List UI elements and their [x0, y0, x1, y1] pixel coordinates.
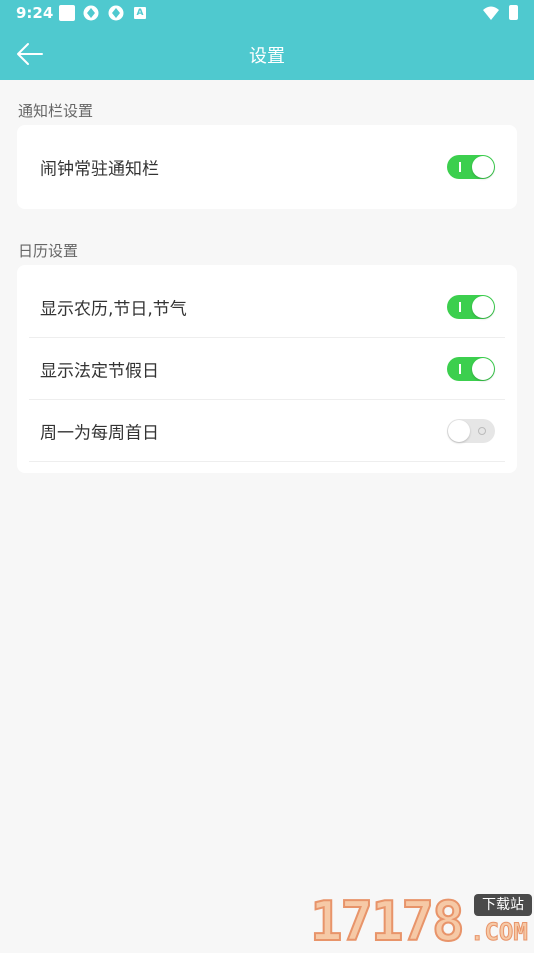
battery-icon	[509, 5, 518, 20]
setting-label: 闹钟常驻通知栏	[40, 159, 159, 180]
status-time: 9:24	[16, 4, 54, 22]
toggle-on-mark	[459, 302, 461, 312]
watermark-number: 17178	[309, 889, 466, 953]
section-label-notification: 通知栏设置	[18, 102, 94, 120]
toggle-knob	[472, 296, 494, 318]
toggle-knob	[448, 420, 470, 442]
notification-a-icon: A	[134, 7, 146, 19]
nav-bar: 设置	[0, 28, 534, 80]
lunar-toggle[interactable]	[447, 295, 495, 319]
notification-square-icon	[59, 5, 75, 21]
setting-row-alarm-notification[interactable]: 闹钟常驻通知栏	[17, 136, 517, 198]
watermark-logo: 17178 下载站 .COM	[309, 889, 532, 953]
status-bar: 9:24 A	[0, 0, 534, 26]
app-header: 9:24 A 设置	[0, 0, 534, 80]
row-divider	[29, 461, 505, 462]
toggle-off-mark	[478, 427, 486, 435]
notification-settings-card: 闹钟常驻通知栏	[17, 125, 517, 209]
alarm-notification-toggle[interactable]	[447, 155, 495, 179]
watermark-badge: 下载站	[474, 894, 532, 916]
toggle-on-mark	[459, 162, 461, 172]
wifi-icon	[483, 6, 499, 20]
calendar-settings-card: 显示农历,节日,节气 显示法定节假日 周一为每周首日	[17, 265, 517, 473]
setting-label: 周一为每周首日	[40, 423, 159, 444]
setting-row-monday-first[interactable]: 周一为每周首日	[17, 400, 517, 462]
setting-row-holidays[interactable]: 显示法定节假日	[17, 338, 517, 400]
page-title: 设置	[249, 46, 285, 67]
monday-first-toggle[interactable]	[447, 419, 495, 443]
toggle-knob	[472, 156, 494, 178]
toggle-knob	[472, 358, 494, 380]
section-label-calendar: 日历设置	[18, 242, 79, 260]
setting-row-lunar[interactable]: 显示农历,节日,节气	[17, 276, 517, 338]
setting-label: 显示农历,节日,节气	[40, 299, 187, 320]
notification-app-icon-2	[108, 5, 124, 21]
holidays-toggle[interactable]	[447, 357, 495, 381]
setting-label: 显示法定节假日	[40, 361, 159, 382]
toggle-on-mark	[459, 364, 461, 374]
watermark-suffix: .COM	[470, 918, 529, 947]
notification-app-icon	[83, 5, 99, 21]
